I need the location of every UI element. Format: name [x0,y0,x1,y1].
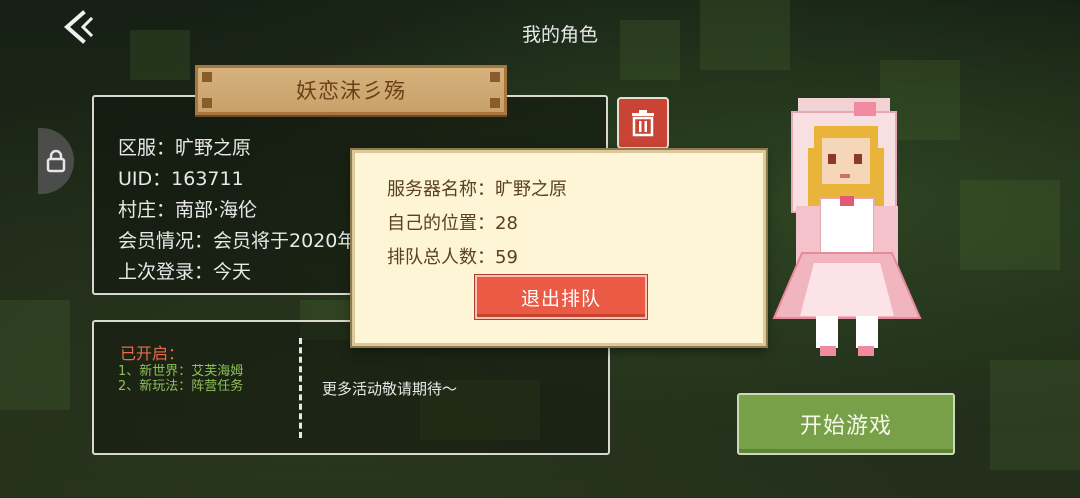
queue-dialog: 服务器名称：旷野之原 自己的位置：28 排队总人数：59 退出排队 [352,150,766,346]
plate-nail [490,98,500,108]
character-name: 妖恋沫彡殇 [296,79,406,103]
exit-queue-button[interactable]: 退出排队 [475,275,647,319]
activity-divider [299,338,302,438]
chevron-left-icon [63,10,94,44]
page-title: 我的角色 [521,24,598,46]
uid-info: UID：163711 [118,168,244,190]
more-activities-text: 更多活动敬请期待～ [322,380,458,398]
back-button[interactable] [55,8,99,46]
activity-title: 已开启： [120,344,185,363]
plate-nail [202,98,212,108]
lock-icon [46,149,66,173]
character-name-plate: 妖恋沫彡殇 [195,65,507,115]
queue-position: 自己的位置：28 [387,213,518,234]
queue-total: 排队总人数：59 [387,247,518,268]
queue-server-name: 服务器名称：旷野之原 [387,179,567,200]
exit-queue-label: 退出排队 [520,287,601,310]
trash-icon [632,110,654,137]
plate-nail [202,72,212,82]
delete-character-button[interactable] [617,97,669,149]
server-info: 区服：旷野之原 [118,137,252,159]
membership-info: 会员情况：会员将于2020年 [118,230,357,252]
activity-item: 2、新玩法：阵营任务 [118,379,244,394]
start-game-button[interactable]: 开始游戏 [737,393,955,455]
village-info: 村庄：南部·海伦 [118,199,258,221]
character-avatar [762,88,952,363]
start-game-label: 开始游戏 [799,414,892,439]
last-login-info: 上次登录：今天 [118,261,252,283]
plate-nail [490,72,500,82]
activity-item: 1、新世界：艾芙海姆 [118,364,244,379]
